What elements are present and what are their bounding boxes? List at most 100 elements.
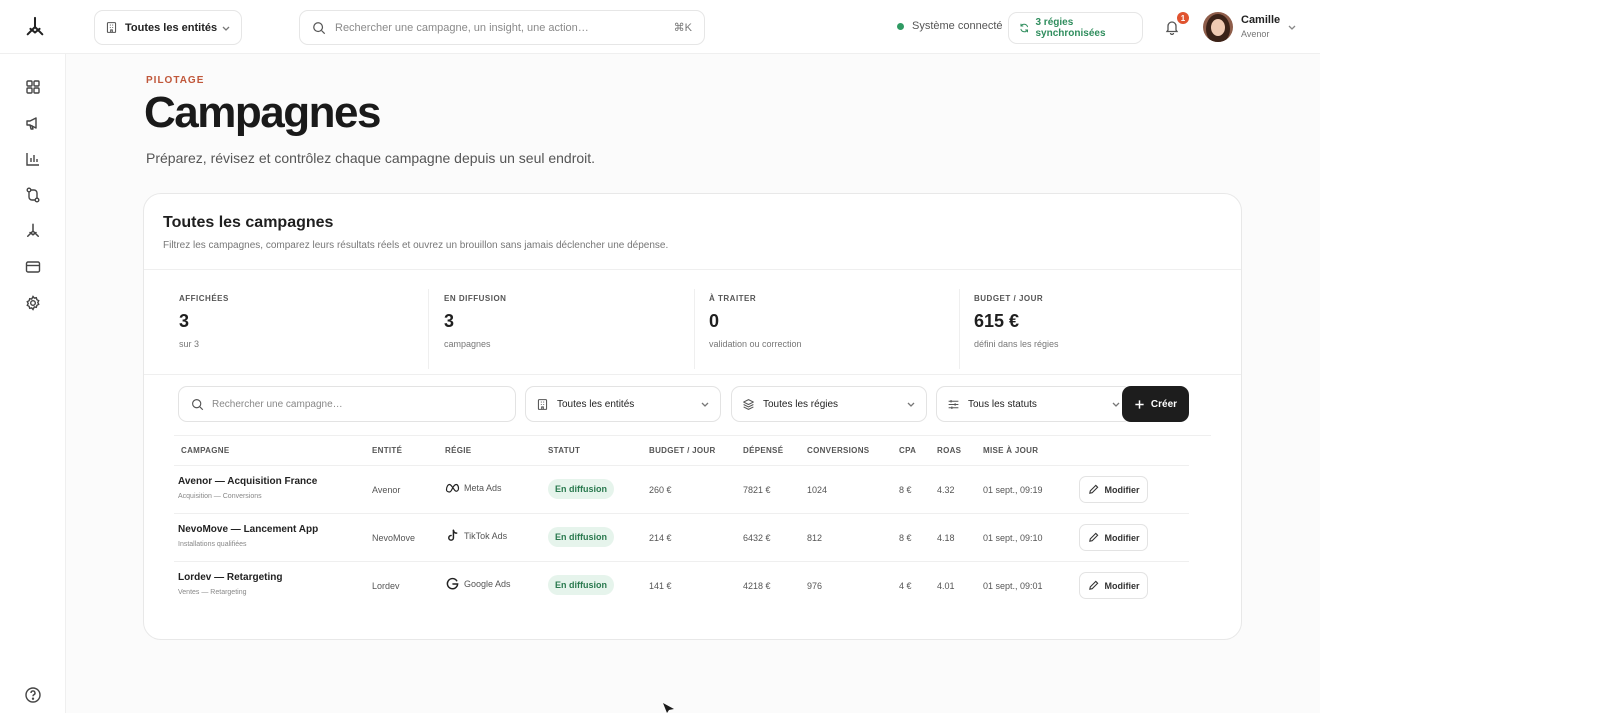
stat-note: défini dans les régies — [974, 339, 1059, 349]
stat-label: AFFICHÉES — [179, 294, 229, 303]
stat-label: BUDGET / JOUR — [974, 294, 1044, 303]
campaign-name[interactable]: Avenor — Acquisition France — [178, 476, 317, 487]
sliders-icon — [948, 399, 959, 409]
chevron-down-icon[interactable] — [1287, 22, 1297, 32]
stat-daily-budget: BUDGET / JOUR 615 € défini dans les régi… — [974, 294, 1224, 349]
brand-logo-icon[interactable] — [24, 16, 46, 38]
column-header-roas[interactable]: ROAS — [937, 446, 961, 455]
edit-label: Modifier — [1104, 484, 1140, 495]
campaign-cpa: 4 € — [899, 581, 912, 591]
sync-status-label: 3 régies synchronisées — [1035, 17, 1106, 39]
search-icon — [313, 21, 326, 34]
campaign-roas: 4.01 — [937, 581, 955, 591]
regie-label: Meta Ads — [464, 482, 502, 493]
divider — [428, 289, 429, 369]
entity-switcher-label: Toutes les entités — [125, 21, 218, 34]
stat-label: EN DIFFUSION — [444, 294, 507, 303]
edit-campaign-button[interactable]: Modifier — [1079, 572, 1148, 599]
stat-value: 3 — [179, 311, 190, 331]
campaign-budget: 214 € — [649, 533, 672, 543]
campaign-conversions: 976 — [807, 581, 823, 591]
sync-status-button[interactable]: 3 régies synchronisées — [1008, 12, 1143, 44]
plus-icon — [1135, 399, 1144, 409]
chevron-down-icon — [701, 402, 709, 407]
stat-note: campagnes — [444, 339, 491, 349]
status-filter-label: Tous les statuts — [968, 398, 1037, 410]
edit-campaign-button[interactable]: Modifier — [1079, 476, 1148, 503]
bar-chart-icon[interactable] — [24, 150, 42, 168]
column-header-cpa[interactable]: CPA — [899, 446, 916, 455]
table-row[interactable]: Lordev — Retargeting Ventes — Retargetin… — [174, 562, 1189, 610]
help-icon[interactable] — [24, 686, 42, 704]
campaign-roas: 4.32 — [937, 485, 955, 495]
campaign-name[interactable]: NevoMove — Lancement App — [178, 524, 318, 535]
stat-note: sur 3 — [179, 339, 200, 349]
table-row[interactable]: Avenor — Acquisition France Acquisition … — [174, 466, 1189, 514]
mouse-cursor-icon — [663, 703, 674, 713]
campaign-spent: 7821 € — [743, 485, 771, 495]
campaign-objective: Acquisition — Conversions — [178, 493, 262, 500]
stat-note: validation ou correction — [709, 339, 802, 349]
megaphone-icon[interactable] — [24, 114, 42, 132]
column-header-updated[interactable]: MISE À JOUR — [983, 446, 1038, 455]
campaign-entity: NevoMove — [372, 533, 416, 543]
global-search-input[interactable]: Rechercher une campagne, un insight, une… — [299, 10, 705, 45]
user-org: Avenor — [1241, 29, 1270, 39]
chevron-down-icon — [1112, 402, 1120, 407]
stat-displayed: AFFICHÉES 3 sur 3 — [179, 294, 429, 349]
column-header-budget[interactable]: BUDGET / JOUR — [649, 446, 716, 455]
dashboard-icon[interactable] — [24, 78, 42, 96]
page-eyebrow: PILOTAGE — [146, 75, 205, 86]
create-campaign-button[interactable]: Créer — [1122, 386, 1189, 422]
campaign-search-input[interactable]: Rechercher une campagne… — [178, 386, 516, 422]
column-header-regie[interactable]: RÉGIE — [445, 446, 471, 455]
edit-label: Modifier — [1104, 532, 1140, 543]
global-search-placeholder: Rechercher une campagne, un insight, une… — [335, 21, 589, 34]
column-header-status[interactable]: STATUT — [548, 446, 580, 455]
divider — [144, 374, 1241, 375]
stat-running: EN DIFFUSION 3 campagnes — [444, 294, 694, 349]
campaign-name[interactable]: Lordev — Retargeting — [178, 572, 282, 583]
regie-label: Google Ads — [464, 578, 511, 589]
table-row[interactable]: NevoMove — Lancement App Installations q… — [174, 514, 1189, 562]
campaign-spent: 6432 € — [743, 533, 771, 543]
status-filter-select[interactable]: Tous les statuts — [936, 386, 1132, 422]
regie-filter-select[interactable]: Toutes les régies — [731, 386, 927, 422]
campaign-entity: Lordev — [372, 581, 400, 591]
card-description: Filtrez les campagnes, comparez leurs ré… — [163, 240, 669, 251]
entity-filter-select[interactable]: Toutes les entités — [525, 386, 721, 422]
chevron-down-icon — [907, 402, 915, 407]
routes-icon[interactable] — [24, 186, 42, 204]
column-header-campaign[interactable]: CAMPAGNE — [181, 446, 229, 455]
column-header-conversions[interactable]: CONVERSIONS — [807, 446, 869, 455]
meta-icon — [445, 483, 460, 493]
user-name[interactable]: Camille — [1241, 14, 1280, 26]
campaign-cpa: 8 € — [899, 485, 912, 495]
divider — [144, 269, 1241, 270]
edit-campaign-button[interactable]: Modifier — [1079, 524, 1148, 551]
column-header-entity[interactable]: ENTITÉ — [372, 446, 402, 455]
campaign-regie: Google Ads — [445, 577, 511, 590]
campaign-updated: 01 sept., 09:01 — [983, 581, 1043, 591]
search-shortcut: ⌘K — [673, 22, 692, 34]
campaign-objective: Installations qualifiées — [178, 541, 247, 548]
avatar[interactable] — [1203, 12, 1233, 42]
divider — [174, 435, 1211, 436]
layers-icon — [743, 398, 754, 410]
edit-label: Modifier — [1104, 580, 1140, 591]
settings-icon[interactable] — [24, 294, 42, 312]
entity-switcher[interactable]: Toutes les entités — [94, 10, 242, 45]
campaign-spent: 4218 € — [743, 581, 771, 591]
column-header-spent[interactable]: DÉPENSÉ — [743, 446, 783, 455]
campaign-objective: Ventes — Retargeting — [178, 589, 247, 596]
notification-badge: 1 — [1177, 12, 1189, 24]
card-icon[interactable] — [24, 258, 42, 276]
brand-icon[interactable] — [24, 222, 42, 240]
campaign-roas: 4.18 — [937, 533, 955, 543]
top-bar: Toutes les entités Rechercher une campag… — [0, 0, 1320, 54]
campaign-regie: TikTok Ads — [445, 529, 507, 542]
campaign-updated: 01 sept., 09:10 — [983, 533, 1043, 543]
regie-filter-label: Toutes les régies — [763, 398, 839, 410]
system-status: Système connecté — [897, 20, 1003, 32]
divider — [959, 289, 960, 369]
